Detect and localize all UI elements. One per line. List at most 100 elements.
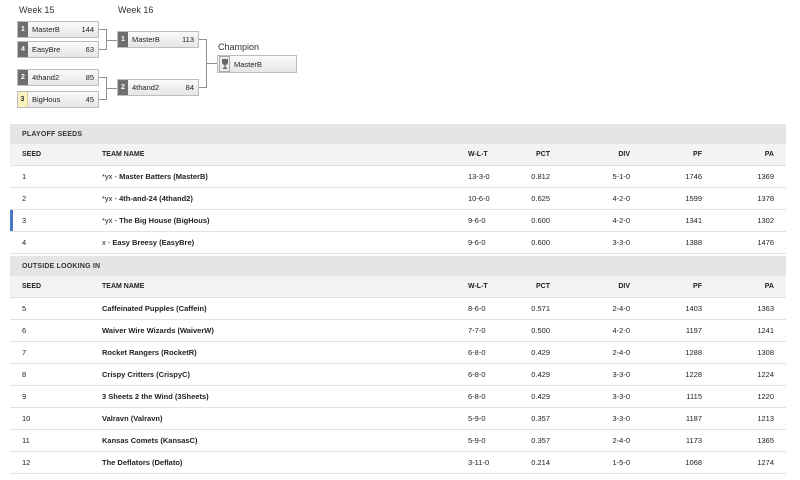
team-name-link[interactable]: 4th-and-24 (4thand2) [119,194,193,203]
team-name-cell[interactable]: The Deflators (Deflato) [102,458,182,467]
bracket-slot[interactable]: 2 4thand2 85 [17,69,99,86]
playoff-seeds-table: PLAYOFF SEEDS SEED TEAM NAME W-L-T PCT D… [10,124,786,254]
table-row[interactable]: 3 *yx - The Big House (BigHous) 9-6-0 0.600… [10,210,786,232]
pct-cell: 0.625 [531,194,550,203]
wlt-cell: 3-11-0 [468,458,490,467]
div-cell: 2-4-0 [612,436,630,445]
team-name-link[interactable]: The Deflators (Deflato) [102,458,182,467]
team-name-cell[interactable]: Waiver Wire Wizards (WaiverW) [102,326,214,335]
team-name-link[interactable]: Waiver Wire Wizards (WaiverW) [102,326,214,335]
table-row[interactable]: 7 Rocket Rangers (RocketR) 6-8-0 0.429 2-4-0… [10,342,786,364]
seed-cell: 5 [22,304,27,313]
pf-cell: 1173 [685,436,702,445]
team-name-cell[interactable]: Rocket Rangers (RocketR) [102,348,197,357]
team-name-cell[interactable]: *yx - Master Batters (MasterB) [102,172,208,181]
div-cell: 3-3-0 [612,238,630,247]
div-cell: 1-5-0 [612,458,630,467]
table-row[interactable]: 11 Kansas Comets (KansasC) 5-9-0 0.357 2-4-0… [10,430,786,452]
col-header-team[interactable]: TEAM NAME [102,151,144,158]
seed-cell: 9 [22,392,27,401]
team-name-link[interactable]: Crispy Critters (CrispyC) [102,370,190,379]
col-header-div[interactable]: DIV [618,283,630,290]
team-name-link[interactable]: Easy Breesy (EasyBre) [112,238,194,247]
col-header-team[interactable]: TEAM NAME [102,283,144,290]
col-header-pct[interactable]: PCT [536,283,550,290]
seed-cell: 11 [22,436,30,445]
team-name-link[interactable]: 3 Sheets 2 the Wind (3Sheets) [102,392,209,401]
pf-cell: 1187 [685,414,702,423]
seed-cell: 10 [22,414,31,423]
bracket-connector [106,88,117,89]
team-name-cell[interactable]: 3 Sheets 2 the Wind (3Sheets) [102,392,209,401]
pa-cell: 1274 [757,458,774,467]
wlt-cell: 9-6-0 [468,238,486,247]
col-header-pa[interactable]: PA [765,151,774,158]
team-score: 45 [85,95,94,104]
bracket-slot[interactable]: 1 MasterB 144 [17,21,99,38]
bracket-slot[interactable]: 2 4thand2 84 [117,79,199,96]
team-name-cell[interactable]: *yx - The Big House (BigHous) [102,216,210,225]
div-cell: 4-2-0 [612,194,630,203]
pf-cell: 1288 [685,348,702,357]
table-row[interactable]: 9 3 Sheets 2 the Wind (3Sheets) 6-8-0 0.429… [10,386,786,408]
bracket-connector [206,63,217,64]
table-row[interactable]: 5 Caffeinated Pupples (Caffein) 8-6-0 0.571… [10,298,786,320]
team-name-link[interactable]: Rocket Rangers (RocketR) [102,348,197,357]
col-header-seed[interactable]: SEED [22,151,41,158]
div-cell: 4-2-0 [612,216,630,225]
team-score: 113 [182,35,194,44]
wlt-cell: 5-9-0 [468,436,486,445]
col-header-wlt[interactable]: W-L-T [468,283,488,290]
col-header-pa[interactable]: PA [765,283,774,290]
team-score: 84 [185,83,194,92]
table-row[interactable]: 2 *yx - 4th-and-24 (4thand2) 10-6-0 0.625 4-… [10,188,786,210]
team-name-cell[interactable]: Caffeinated Pupples (Caffein) [102,304,207,313]
section-title: OUTSIDE LOOKING IN [10,256,786,276]
table-row[interactable]: 10 Valravn (Valravn) 5-9-0 0.357 3-3-0 1187 12… [10,408,786,430]
team-name-cell[interactable]: Kansas Comets (KansasC) [102,436,197,445]
seed-cell: 1 [22,172,27,181]
col-header-div[interactable]: DIV [618,151,630,158]
team-name-cell[interactable]: Crispy Critters (CrispyC) [102,370,190,379]
team-name-link[interactable]: Caffeinated Pupples (Caffein) [102,304,207,313]
section-title: PLAYOFF SEEDS [10,124,786,144]
col-header-pct[interactable]: PCT [536,151,550,158]
bracket-slot[interactable]: 3 BigHous 45 [17,91,99,108]
team-score: 85 [85,73,94,82]
team-name-link[interactable]: Kansas Comets (KansasC) [102,436,197,445]
champion-slot[interactable]: MasterB [217,55,297,73]
col-header-pf[interactable]: PF [693,283,702,290]
table-row[interactable]: 12 The Deflators (Deflato) 3-11-0 0.214 1-5-… [10,452,786,474]
team-name-link[interactable]: Master Batters (MasterB) [119,172,208,181]
pct-cell: 0.600 [531,238,550,247]
team-name-cell[interactable]: x - Easy Breesy (EasyBre) [102,238,194,247]
table-row[interactable]: 6 Waiver Wire Wizards (WaiverW) 7-7-0 0.500… [10,320,786,342]
wlt-cell: 5-9-0 [468,414,486,423]
col-header-wlt[interactable]: W-L-T [468,151,488,158]
table-row[interactable]: 8 Crispy Critters (CrispyC) 6-8-0 0.429 3-3-… [10,364,786,386]
team-abbrev: BigHous [32,95,61,104]
team-name-link[interactable]: Valravn (Valravn) [102,414,162,423]
team-name-link[interactable]: The Big House (BigHous) [119,216,209,225]
pct-cell: 0.357 [531,436,550,445]
pct-cell: 0.600 [531,216,550,225]
col-header-seed[interactable]: SEED [22,283,41,290]
bracket-slot[interactable]: 1 MasterB 113 [117,31,199,48]
pf-cell: 1599 [685,194,702,203]
trophy-icon [219,56,230,72]
col-header-pf[interactable]: PF [693,151,702,158]
pa-cell: 1302 [757,216,774,225]
seed-number: 1 [118,32,128,47]
team-name-cell[interactable]: Valravn (Valravn) [102,414,162,423]
team-abbrev: 4thand2 [32,73,60,82]
table-row[interactable]: 1 *yx - Master Batters (MasterB) 13-3-0 0.8… [10,166,786,188]
team-abbrev: MasterB [234,59,262,69]
bracket-slot[interactable]: 4 EasyBre 63 [17,41,99,58]
wlt-cell: 6-8-0 [468,392,486,401]
seed-cell: 3 [22,216,27,225]
team-abbrev: MasterB [132,35,160,44]
pct-cell: 0.812 [531,172,550,181]
div-cell: 2-4-0 [612,348,630,357]
table-row[interactable]: 4 x - Easy Breesy (EasyBre) 9-6-0 0.600 3-3-… [10,232,786,254]
team-name-cell[interactable]: *yx - 4th-and-24 (4thand2) [102,194,193,203]
